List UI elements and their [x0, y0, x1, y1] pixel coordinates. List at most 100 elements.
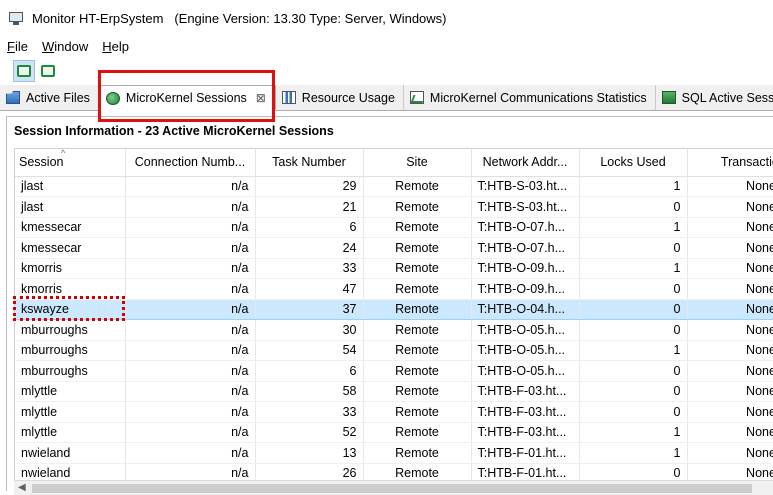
menu-label-rest: indow: [54, 38, 89, 54]
table-cell: 26: [255, 463, 364, 480]
table-cell: None: [687, 422, 773, 443]
column-header-2[interactable]: Connection Numb...: [125, 149, 256, 177]
table-cell: Remote: [363, 258, 472, 279]
table-cell: None: [687, 237, 773, 259]
close-icon[interactable]: ⊠: [255, 91, 267, 105]
comm-stats-icon: [409, 91, 424, 104]
table-row[interactable]: kmessecar n/a 6 Remote T:HTB-O-07.h... 1 None: [15, 217, 773, 238]
table-row[interactable]: kmorris n/a 47 Remote T:HTB-O-09.h... 0 None: [15, 278, 773, 300]
refresh-monitor-icon: [41, 65, 55, 77]
table-row[interactable]: nwieland n/a 13 Remote T:HTB-F-01.ht... 1 None: [15, 442, 773, 464]
tab-sql-active-session[interactable]: SQL Active Session: [655, 85, 773, 110]
tab-label: MicroKernel Sessions: [125, 91, 247, 105]
table-cell: None: [687, 217, 773, 238]
table-row[interactable]: mlyttle n/a 33 Remote T:HTB-F-03.ht... 0 None: [15, 401, 773, 423]
horizontal-scrollbar[interactable]: ◀: [14, 480, 773, 495]
table-cell: nwieland: [15, 442, 126, 464]
table-cell: kmorris: [15, 278, 126, 300]
table-cell: Remote: [363, 237, 472, 259]
table-cell: 1: [579, 217, 688, 238]
table-cell: n/a: [125, 422, 256, 443]
table-row[interactable]: kswayze n/a 37 Remote T:HTB-O-04.h... 0 None: [15, 298, 773, 320]
table-cell: 0: [579, 319, 688, 341]
menu-window[interactable]: Window: [42, 39, 88, 54]
table-cell: None: [687, 442, 773, 464]
menu-help[interactable]: Help: [102, 39, 129, 54]
table-cell: T:HTB-O-09.h...: [471, 278, 580, 300]
column-header-7[interactable]: Transaction St: [687, 149, 773, 177]
table-cell: 0: [579, 237, 688, 259]
column-header-4[interactable]: Site: [363, 149, 472, 177]
table-cell: n/a: [125, 217, 256, 238]
menu-bar: File Window Help: [0, 36, 773, 56]
table-cell: 52: [255, 422, 364, 443]
column-header-label: Transaction St: [720, 155, 773, 170]
table-cell: mlyttle: [15, 401, 126, 423]
table-row[interactable]: jlast n/a 29 Remote T:HTB-S-03.ht... 1 None: [15, 176, 773, 197]
section-title: Session Information - 23 Active MicroKer…: [14, 124, 334, 138]
table-cell: T:HTB-S-03.ht...: [471, 196, 580, 218]
table-cell: None: [687, 258, 773, 279]
table-cell: T:HTB-O-07.h...: [471, 237, 580, 259]
table-cell: Remote: [363, 278, 472, 300]
table-row[interactable]: mburroughs n/a 54 Remote T:HTB-O-05.h... 1 Non…: [15, 340, 773, 361]
table-cell: kmorris: [15, 258, 126, 279]
table-cell: mburroughs: [15, 340, 126, 361]
table-row[interactable]: mlyttle n/a 52 Remote T:HTB-F-03.ht... 1 None: [15, 422, 773, 443]
tab-microkernel-sessions[interactable]: MicroKernel Sessions ⊠: [98, 85, 276, 111]
table-cell: 24: [255, 237, 364, 259]
table-cell: 29: [255, 176, 364, 197]
table-cell: 1: [579, 340, 688, 361]
table-cell: T:HTB-O-05.h...: [471, 319, 580, 341]
table-cell: n/a: [125, 401, 256, 423]
menu-file[interactable]: File: [7, 39, 28, 54]
table-row[interactable]: mlyttle n/a 58 Remote T:HTB-F-03.ht... 0 None: [15, 381, 773, 402]
table-cell: 6: [255, 217, 364, 238]
tab-label: MicroKernel Communications Statistics: [429, 90, 647, 105]
table-cell: n/a: [125, 196, 256, 218]
table-cell: None: [687, 298, 773, 320]
table-cell: Remote: [363, 176, 472, 197]
table-cell: 33: [255, 258, 364, 279]
table-cell: 13: [255, 442, 364, 464]
table-cell: 33: [255, 401, 364, 423]
table-cell: 54: [255, 340, 364, 361]
table-cell: 1: [579, 176, 688, 197]
table-cell: 47: [255, 278, 364, 300]
table-row[interactable]: mburroughs n/a 30 Remote T:HTB-O-05.h... 0 Non…: [15, 319, 773, 341]
column-header-6[interactable]: Locks Used: [579, 149, 688, 177]
microkernel-icon: [105, 91, 120, 105]
tab-active-files[interactable]: Active Files: [0, 85, 99, 110]
refresh-monitor-button[interactable]: [37, 60, 59, 82]
tab-microkernel-communications-statistics[interactable]: MicroKernel Communications Statistics: [403, 85, 656, 110]
table-row[interactable]: kmorris n/a 33 Remote T:HTB-O-09.h... 1 None: [15, 258, 773, 279]
table-cell: 30: [255, 319, 364, 341]
table-cell: 0: [579, 298, 688, 320]
table-row[interactable]: nwieland n/a 26 Remote T:HTB-F-01.ht... 0 None: [15, 463, 773, 480]
table-row[interactable]: jlast n/a 21 Remote T:HTB-S-03.ht... 0 None: [15, 196, 773, 218]
menu-accelerator: W: [41, 38, 55, 54]
column-header-label: Connection Numb...: [134, 155, 246, 170]
scrollbar-thumb[interactable]: [32, 484, 752, 493]
menu-label-rest: elp: [111, 38, 129, 54]
column-header-1[interactable]: Session ^: [15, 149, 126, 177]
tab-resource-usage[interactable]: Resource Usage: [275, 85, 404, 110]
scroll-left-icon[interactable]: ◀: [18, 482, 26, 493]
table-cell: 21: [255, 196, 364, 218]
table-cell: None: [687, 319, 773, 341]
table-cell: 58: [255, 381, 364, 402]
table-row[interactable]: kmessecar n/a 24 Remote T:HTB-O-07.h... 0 None: [15, 237, 773, 259]
table-cell: 0: [579, 381, 688, 402]
session-monitor-icon: [17, 65, 31, 77]
table-row[interactable]: mburroughs n/a 6 Remote T:HTB-O-05.h... 0 None: [15, 360, 773, 382]
menu-accelerator: F: [7, 38, 15, 54]
table-cell: kmessecar: [15, 217, 126, 238]
column-header-5[interactable]: Network Addr...: [471, 149, 580, 177]
table-cell: n/a: [125, 298, 256, 320]
session-monitor-button[interactable]: [13, 60, 35, 82]
column-header-3[interactable]: Task Number: [255, 149, 364, 177]
toolbar: [0, 57, 773, 85]
table-cell: n/a: [125, 176, 256, 197]
table-cell: None: [687, 196, 773, 218]
table-cell: n/a: [125, 319, 256, 341]
